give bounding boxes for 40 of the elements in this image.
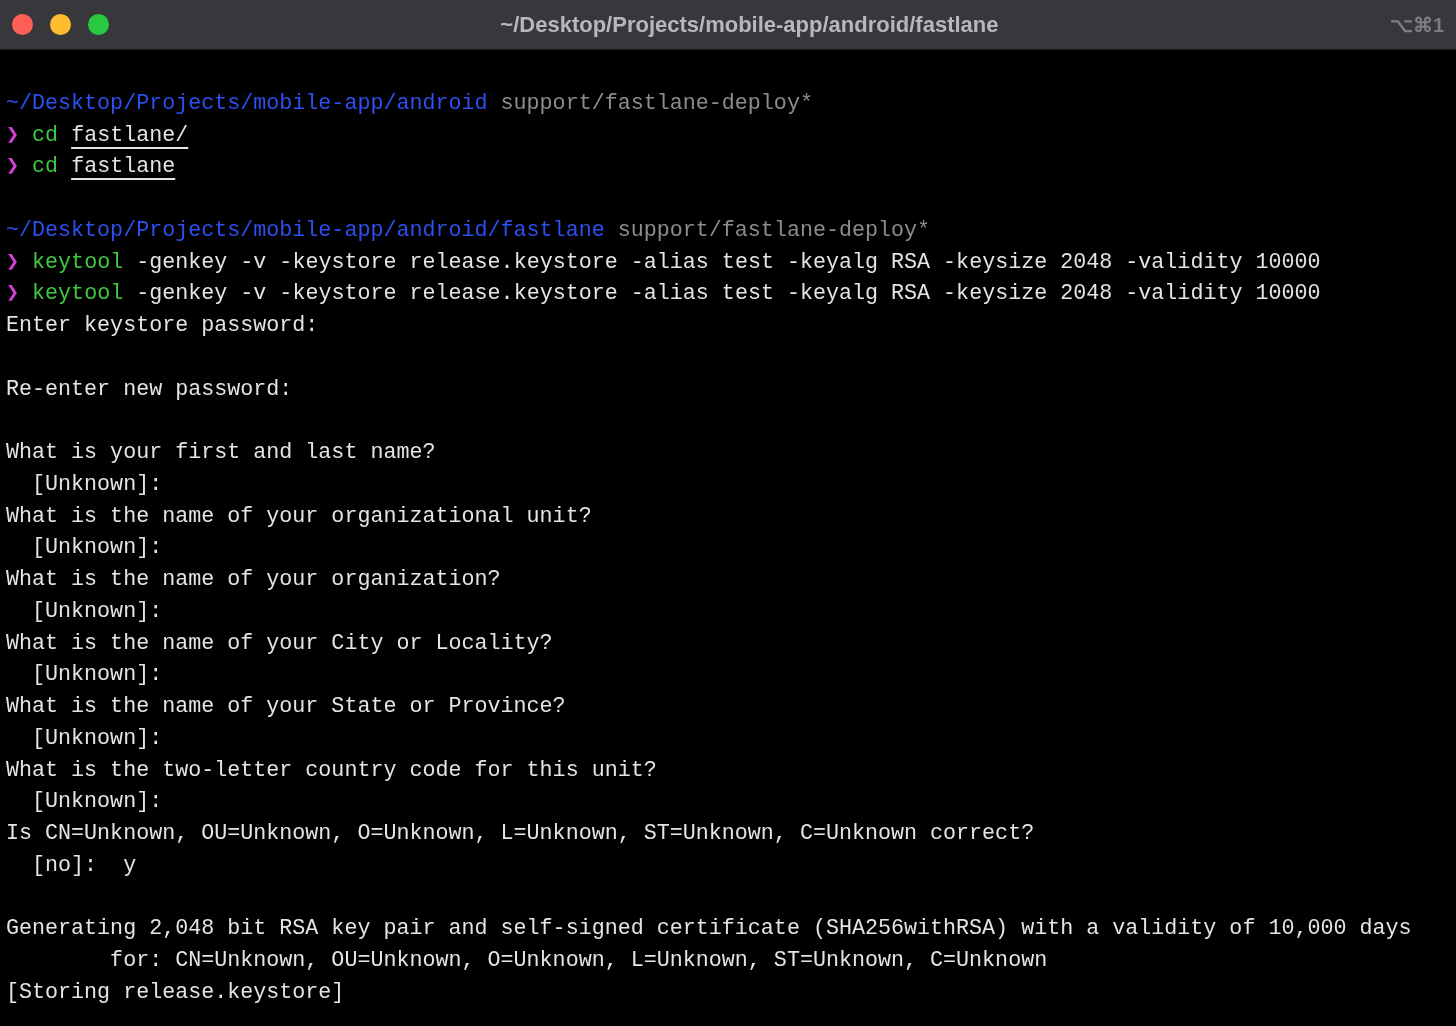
- prompt-path: ~/Desktop/Projects/mobile-app/android/fastlane: [6, 216, 605, 245]
- prompt-path: ~/Desktop/Projects/mobile-app/android: [6, 89, 488, 118]
- command-arguments: fastlane/: [71, 121, 189, 150]
- output-line: Enter keystore password:: [6, 312, 319, 340]
- prompt-symbol: ❯: [6, 153, 20, 182]
- command-arguments: -genkey -v -keystore release.keystore -alias test -keyalg RSA -keysize 2048 -validity 10000: [136, 280, 1321, 309]
- output-line: [Unknown]:: [31, 470, 163, 499]
- output-line: [no]: y: [31, 851, 137, 880]
- window-title: ~/Desktop/Projects/mobile-app/android/fastlane: [500, 11, 999, 39]
- close-button[interactable]: [12, 14, 33, 35]
- output-line: [Unknown]:: [31, 597, 163, 626]
- output-line: [Unknown]:: [31, 788, 163, 817]
- command-arguments: fastlane: [71, 153, 176, 182]
- prompt-symbol: ❯: [6, 280, 20, 309]
- zoom-button[interactable]: [88, 14, 109, 35]
- output-line: What is the name of your City or Locality?: [6, 629, 553, 658]
- output-line: [Unknown]:: [31, 534, 163, 563]
- output-line: for: CN=Unknown, OU=Unknown, O=Unknown, L=Unknown, ST=Unknown, C=Unknown: [109, 947, 1048, 975]
- prompt-symbol: ❯: [6, 121, 20, 150]
- output-line: What is the name of your State or Province?: [6, 693, 566, 721]
- output-line: [Unknown]:: [31, 661, 163, 690]
- command-name: keytool: [32, 248, 124, 277]
- output-line: What is the name of your organization?: [6, 566, 501, 594]
- prompt-symbol: ❯: [6, 248, 20, 277]
- output-line: [Storing release.keystore]: [6, 978, 345, 1007]
- output-line: Generating 2,048 bit RSA key pair and self-signed certificate (SHA256withRSA) with a validity of 10,000 days: [6, 915, 1412, 944]
- shortcut-label: ⌥⌘1: [1389, 12, 1444, 38]
- output-line: [Unknown]:: [31, 724, 163, 753]
- command-arguments: -genkey -v -keystore release.keystore -alias test -keyalg RSA -keysize 2048 -validity 10000: [136, 248, 1321, 277]
- command-name: cd: [32, 121, 59, 150]
- output-line: Re-enter new password:: [6, 375, 293, 404]
- git-branch: support/fastlane-deploy*: [617, 216, 931, 245]
- output-line: What is the two-letter country code for this unit?: [6, 756, 657, 785]
- git-branch: support/fastlane-deploy*: [500, 89, 813, 118]
- command-name: keytool: [32, 280, 124, 309]
- output-line: Is CN=Unknown, OU=Unknown, O=Unknown, L=Unknown, ST=Unknown, C=Unknown correct?: [6, 820, 1035, 848]
- minimize-button[interactable]: [50, 14, 71, 35]
- output-line: What is the name of your organizational unit?: [6, 502, 592, 531]
- output-line: What is your first and last name?: [6, 439, 436, 467]
- command-name: cd: [32, 153, 59, 182]
